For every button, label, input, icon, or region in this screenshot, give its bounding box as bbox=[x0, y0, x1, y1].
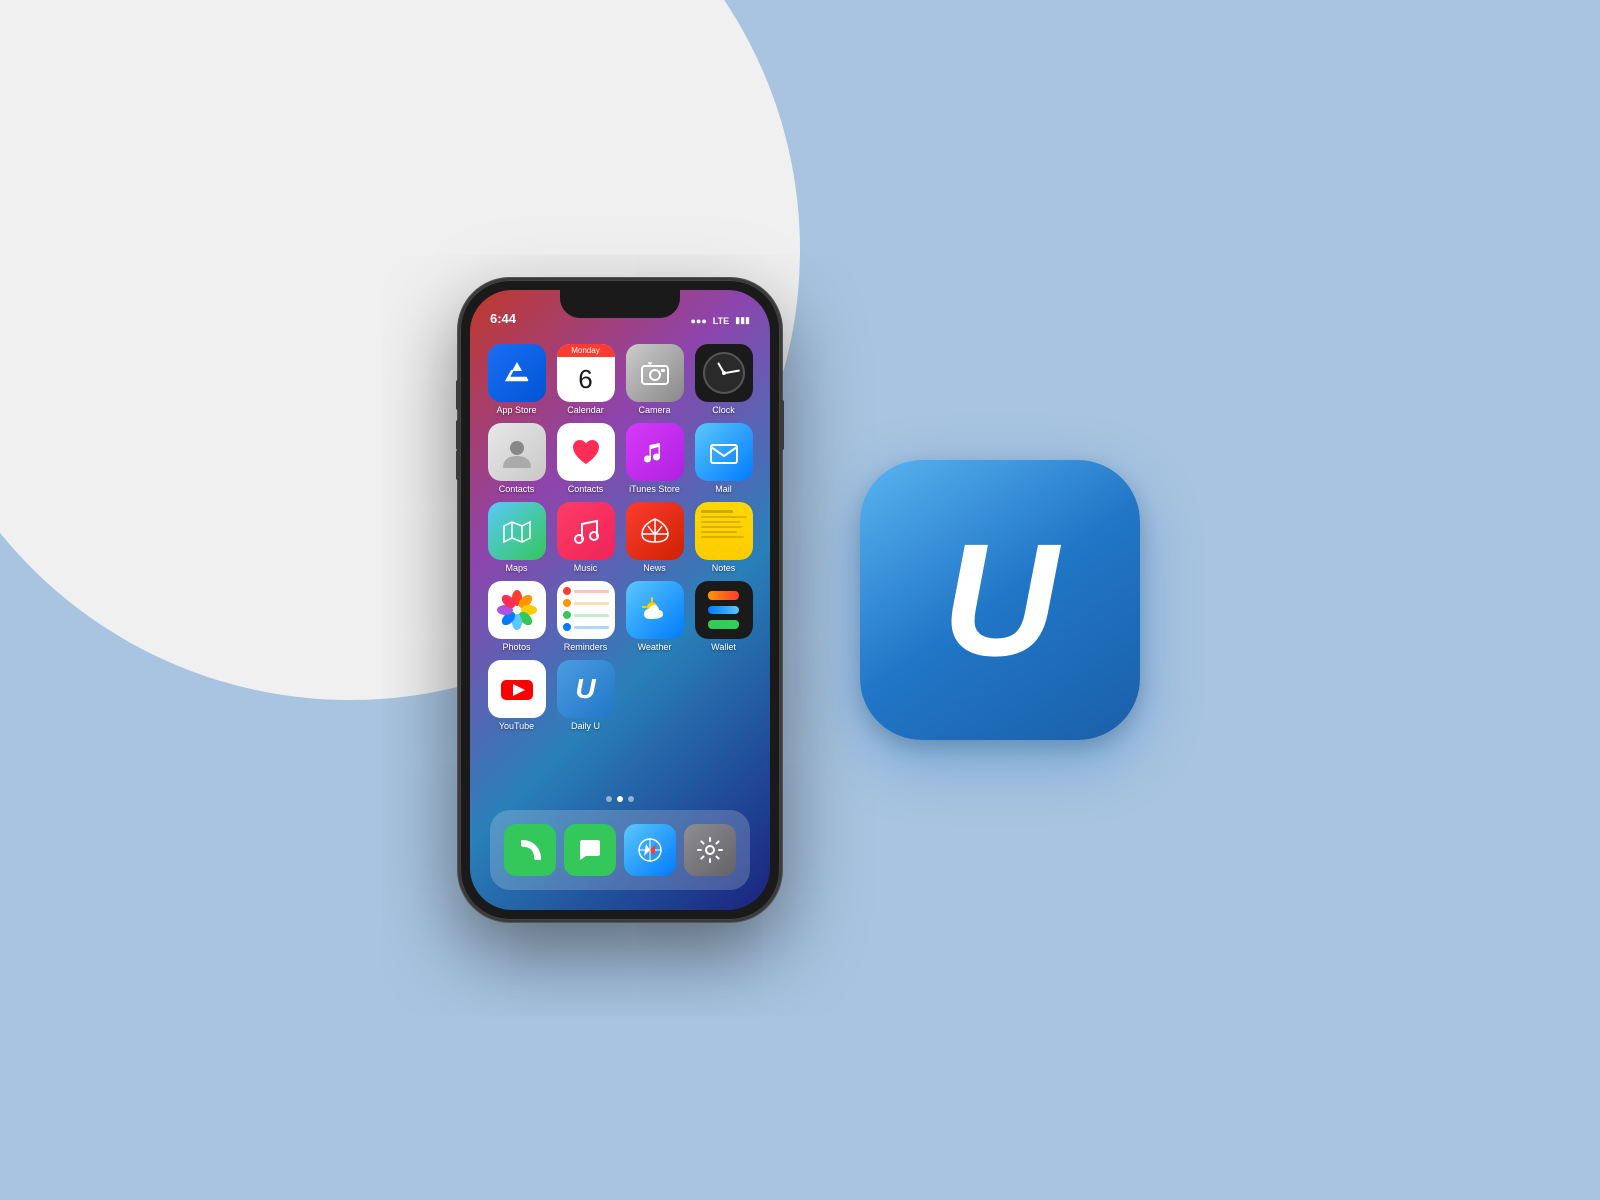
app-store-icon[interactable]: App Store bbox=[486, 344, 547, 415]
news-icon[interactable]: News bbox=[624, 502, 685, 573]
dock bbox=[490, 810, 750, 890]
youtube-label: YouTube bbox=[499, 721, 534, 731]
photos-icon[interactable]: Photos bbox=[486, 581, 547, 652]
dot-3 bbox=[628, 796, 634, 802]
calendar-icon[interactable]: Monday 6 Calendar bbox=[555, 344, 616, 415]
daily-u-label: Daily U bbox=[571, 721, 600, 731]
iphone-device: 6:44 ●●● LTE ▮▮▮ App St bbox=[460, 280, 780, 920]
daily-u-icon[interactable]: U Daily U bbox=[555, 660, 616, 731]
dock-messages-icon[interactable] bbox=[564, 824, 616, 876]
status-icons: ●●● LTE ▮▮▮ bbox=[690, 315, 750, 326]
contacts-label: Contacts bbox=[499, 484, 535, 494]
dock-phone-icon[interactable] bbox=[504, 824, 556, 876]
wallet-icon[interactable]: Wallet bbox=[693, 581, 754, 652]
app-grid: App Store Monday 6 Calendar bbox=[482, 340, 758, 735]
contacts-icon[interactable]: Contacts bbox=[486, 423, 547, 494]
notes-icon[interactable]: Notes bbox=[693, 502, 754, 573]
weather-label: Weather bbox=[638, 642, 672, 652]
dock-settings-icon[interactable] bbox=[684, 824, 736, 876]
music-icon[interactable]: Music bbox=[555, 502, 616, 573]
photos-label: Photos bbox=[502, 642, 530, 652]
mail-icon[interactable]: Mail bbox=[693, 423, 754, 494]
camera-label: Camera bbox=[638, 405, 670, 415]
youtube-icon[interactable]: YouTube bbox=[486, 660, 547, 731]
wallet-label: Wallet bbox=[711, 642, 736, 652]
dot-2 bbox=[617, 796, 623, 802]
clock-icon[interactable]: Clock bbox=[693, 344, 754, 415]
iphone-screen: 6:44 ●●● LTE ▮▮▮ App St bbox=[470, 290, 770, 910]
itunes-store-icon[interactable]: iTunes Store bbox=[624, 423, 685, 494]
health-label: Contacts bbox=[568, 484, 604, 494]
calendar-label: Calendar bbox=[567, 405, 604, 415]
weather-icon[interactable]: Weather bbox=[624, 581, 685, 652]
reminders-icon[interactable]: Reminders bbox=[555, 581, 616, 652]
network-label: LTE bbox=[713, 316, 729, 326]
music-label: Music bbox=[574, 563, 598, 573]
calendar-date: 6 bbox=[557, 357, 615, 402]
signal-icon: ●●● bbox=[690, 316, 706, 326]
dock-safari-icon[interactable] bbox=[624, 824, 676, 876]
reminders-label: Reminders bbox=[564, 642, 608, 652]
notch bbox=[560, 290, 680, 318]
maps-icon[interactable]: Maps bbox=[486, 502, 547, 573]
app-store-label: App Store bbox=[496, 405, 536, 415]
news-label: News bbox=[643, 563, 666, 573]
battery-icon: ▮▮▮ bbox=[735, 315, 750, 326]
clock-label: Clock bbox=[712, 405, 735, 415]
health-icon[interactable]: Contacts bbox=[555, 423, 616, 494]
notes-label: Notes bbox=[712, 563, 736, 573]
camera-icon[interactable]: Camera bbox=[624, 344, 685, 415]
calendar-day: Monday bbox=[557, 344, 615, 357]
u-letter: U bbox=[942, 520, 1058, 680]
itunes-store-label: iTunes Store bbox=[629, 484, 680, 494]
content-wrapper: 6:44 ●●● LTE ▮▮▮ App St bbox=[460, 280, 1140, 920]
mail-label: Mail bbox=[715, 484, 732, 494]
page-dots bbox=[470, 796, 770, 802]
maps-label: Maps bbox=[505, 563, 527, 573]
u-app-icon-large: U bbox=[860, 460, 1140, 740]
dot-1 bbox=[606, 796, 612, 802]
